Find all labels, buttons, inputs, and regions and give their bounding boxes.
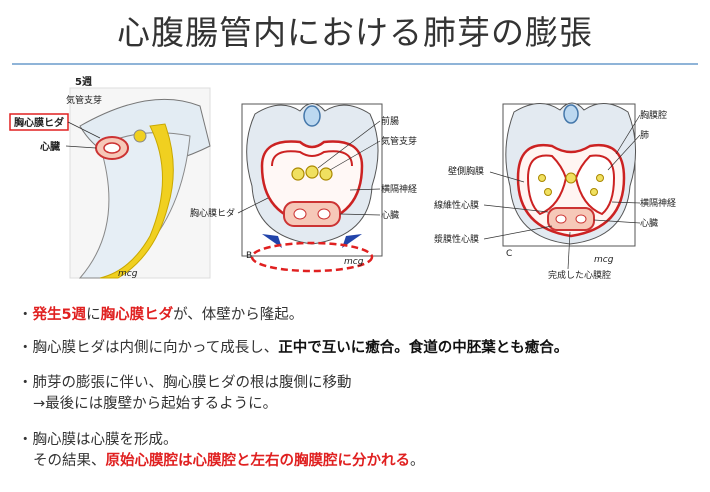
week-label: 5週 xyxy=(75,76,92,88)
bronchus-left-1 xyxy=(538,174,546,182)
bullet-4-line1: ・胸心膜は心膜を形成。 xyxy=(18,432,178,448)
figure-a: 5週 気管支芽 胸心膜ヒダ 心臓 mcg xyxy=(9,76,211,279)
bullet-1-week: 発生5週 xyxy=(32,307,87,323)
heart-lumen-c2 xyxy=(575,214,587,224)
fibrous-label-c: 線維性心膜 xyxy=(434,199,479,211)
bullet-2: ・胸心膜ヒダは内側に向かって成長し、正中で互いに癒合。食道の中胚葉とも癒合。 xyxy=(18,338,568,359)
heart-label-c: 心臓 xyxy=(640,218,658,229)
heart-lumen-c1 xyxy=(555,214,567,224)
bronchus-right-2 xyxy=(590,188,598,196)
bronchial-label-a: 気管支芽 xyxy=(66,94,102,106)
page-title: 心腹腸管内における肺芽の膨張 xyxy=(117,13,593,52)
heart-lumen-b1 xyxy=(293,208,307,220)
foregut-label-b: 前腸 xyxy=(381,115,399,127)
bullet-3-line2: →最後には腹壁から起始するように。 xyxy=(33,396,278,412)
title-divider xyxy=(12,63,698,65)
parietal-label-c: 壁側胸膜 xyxy=(448,165,484,177)
foregut-shape-b xyxy=(305,165,319,179)
figure-b-letter: B xyxy=(246,251,252,261)
heart-shape-c xyxy=(547,207,595,231)
embryo-figures: 5週 気管支芽 胸心膜ヒダ 心臓 mcg B mcg 前腸 気管支芽 横隔神経 … xyxy=(9,76,676,281)
figure-c: C mcg 胸膜腔 肺 横隔神経 心臓 壁側胸膜 線維性心膜 漿膜性心膜 完成し… xyxy=(434,102,676,281)
esophagus-c xyxy=(565,172,577,184)
bullet-4-prefix: その結果、 xyxy=(33,453,106,469)
neural-tube-b xyxy=(303,105,321,127)
bullet-4-line2: その結果、原始心膜腔は心膜腔と左右の胸膜腔に分かれる。 xyxy=(18,451,425,472)
phrenic-label-c: 横隔神経 xyxy=(640,197,676,209)
bullet-1-mark: ・ xyxy=(18,307,33,323)
completed-label-c: 完成した心膜腔 xyxy=(548,269,611,281)
bronchus-right-1 xyxy=(596,174,604,182)
bullet-2-emphasis: 正中で互いに癒合。食道の中胚葉とも癒合。 xyxy=(278,340,569,356)
fold-label-b: 胸心膜ヒダ xyxy=(190,207,235,219)
heart-label-a: 心臓 xyxy=(40,140,60,153)
bullet-4-emphasis: 原始心膜腔は心膜腔と左右の胸膜腔に分かれる xyxy=(105,453,411,469)
heart-lumen-b2 xyxy=(317,208,331,220)
bullet-2-text: ・胸心膜ヒダは内側に向かって成長し、 xyxy=(18,340,279,356)
bullet-1-rest: が、体壁から隆起。 xyxy=(173,307,304,323)
heart-shape-b xyxy=(283,201,341,227)
bullet-4-period: 。 xyxy=(410,453,425,469)
neural-tube-c xyxy=(563,104,579,124)
figure-c-letter: C xyxy=(506,249,512,259)
signature-b: mcg xyxy=(344,257,364,267)
signature-a: mcg xyxy=(118,269,138,279)
signature-c: mcg xyxy=(594,255,614,265)
fold-label-a: 胸心膜ヒダ xyxy=(14,116,64,129)
bullet-1: ・発生5週に胸心膜ヒダが、体壁から隆起。 xyxy=(18,305,303,326)
pleural-label-c: 胸膜腔 xyxy=(640,109,667,121)
bullet-3: ・肺芽の膨張に伴い、胸心膜ヒダの根は腹側に移動 →最後には腹壁から起始するように… xyxy=(18,373,352,415)
bullet-4: ・胸心膜は心膜を形成。 その結果、原始心膜腔は心膜腔と左右の胸膜腔に分かれる。 xyxy=(18,430,425,472)
bullet-3-line1: ・肺芽の膨張に伴い、胸心膜ヒダの根は腹側に移動 xyxy=(18,375,352,391)
serous-label-c: 漿膜性心膜 xyxy=(434,233,479,245)
bronchus-left-2 xyxy=(544,188,552,196)
bronchial-bud-shape xyxy=(133,129,147,143)
bronchial-bud-left xyxy=(291,167,305,181)
phrenic-label-b: 横隔神経 xyxy=(381,183,417,195)
lung-label-c: 肺 xyxy=(640,130,649,141)
heart-lumen xyxy=(103,142,121,154)
bronchial-label-b: 気管支芽 xyxy=(381,135,417,147)
heart-label-b: 心臓 xyxy=(381,210,399,221)
bullet-1-particle: に xyxy=(86,307,101,323)
bullet-1-fold: 胸心膜ヒダ xyxy=(100,307,174,323)
figure-b: B mcg 前腸 気管支芽 横隔神経 心臓 胸心膜ヒダ xyxy=(190,103,417,273)
